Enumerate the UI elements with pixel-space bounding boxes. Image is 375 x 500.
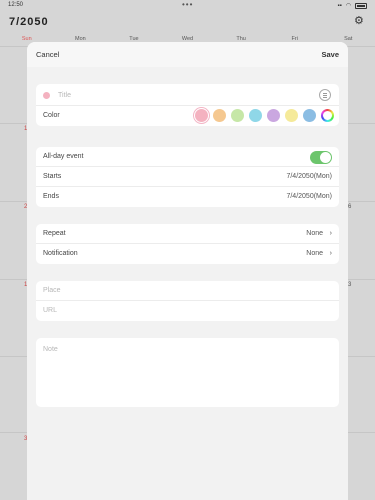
color-label: Color <box>43 112 60 119</box>
note-card[interactable]: Note <box>36 338 339 407</box>
ends-row[interactable]: Ends 7/4/2050(Mon) <box>36 187 339 207</box>
title-color-card: Title Color <box>36 84 339 126</box>
new-event-sheet: Cancel Save Title Color All-day event St… <box>27 42 348 500</box>
status-time: 12:50 <box>8 2 24 8</box>
month-title[interactable]: 7/2050 <box>9 16 49 28</box>
list-icon[interactable] <box>319 89 331 101</box>
sheet-header: Cancel Save <box>27 42 348 67</box>
repeat-label: Repeat <box>43 230 66 237</box>
notification-row[interactable]: Notification None › <box>36 244 339 264</box>
place-url-card: Place URL <box>36 281 339 321</box>
status-bar: 12:50 ••• ▪▪ ◠ <box>0 0 375 12</box>
color-swatch-purple[interactable] <box>267 109 280 122</box>
save-button[interactable]: Save <box>321 50 339 59</box>
multitask-dots[interactable]: ••• <box>182 0 193 9</box>
starts-value[interactable]: 7/4/2050(Mon) <box>286 173 332 180</box>
day-number[interactable]: 3 <box>348 282 351 288</box>
color-swatches <box>195 109 334 122</box>
starts-label: Starts <box>43 173 62 180</box>
title-input[interactable]: Title <box>58 92 71 99</box>
repeat-notification-card: Repeat None › Notification None › <box>36 224 339 264</box>
color-picker-icon[interactable] <box>321 109 334 122</box>
all-day-row: All-day event <box>36 147 339 167</box>
battery-icon <box>355 2 367 9</box>
status-icons: ▪▪ ◠ <box>337 2 367 9</box>
notification-value: None <box>306 250 323 257</box>
repeat-row[interactable]: Repeat None › <box>36 224 339 244</box>
chevron-right-icon: › <box>329 230 332 237</box>
url-input[interactable]: URL <box>43 307 57 314</box>
gear-icon[interactable]: ⚙ <box>354 16 365 27</box>
color-swatch-pink[interactable] <box>195 109 208 122</box>
note-input[interactable]: Note <box>43 346 58 353</box>
url-row[interactable]: URL <box>36 301 339 321</box>
starts-row[interactable]: Starts 7/4/2050(Mon) <box>36 167 339 187</box>
date-card: All-day event Starts 7/4/2050(Mon) Ends … <box>36 147 339 207</box>
title-row[interactable]: Title <box>36 84 339 106</box>
ends-value[interactable]: 7/4/2050(Mon) <box>286 193 332 200</box>
signal-icon: ▪▪ <box>337 2 342 9</box>
all-day-toggle[interactable] <box>310 151 332 164</box>
ends-label: Ends <box>43 193 59 200</box>
all-day-label: All-day event <box>43 153 84 160</box>
cancel-button[interactable]: Cancel <box>36 50 59 59</box>
place-row[interactable]: Place <box>36 281 339 301</box>
place-input[interactable]: Place <box>43 287 61 294</box>
color-row: Color <box>36 106 339 126</box>
title-color-dot <box>43 92 50 99</box>
color-swatch-green[interactable] <box>231 109 244 122</box>
color-swatch-orange[interactable] <box>213 109 226 122</box>
repeat-value: None <box>306 230 323 237</box>
wifi-icon: ◠ <box>345 3 351 9</box>
chevron-right-icon: › <box>329 250 332 257</box>
notification-label: Notification <box>43 250 78 257</box>
color-swatch-yellow[interactable] <box>285 109 298 122</box>
color-swatch-blue[interactable] <box>303 109 316 122</box>
day-number[interactable]: 6 <box>348 204 351 210</box>
color-swatch-cyan[interactable] <box>249 109 262 122</box>
